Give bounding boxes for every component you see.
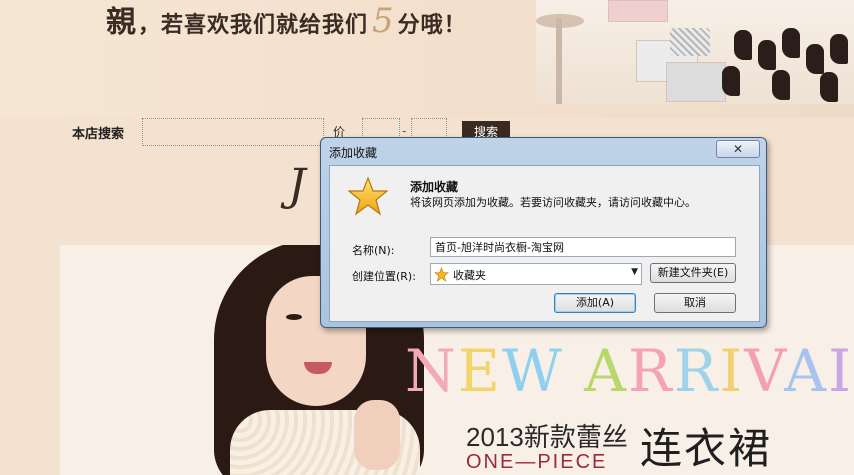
dialog-title: 添加收藏 bbox=[329, 146, 378, 160]
dialog-body: 添加收藏 将该网页添加为收藏。若要访问收藏夹，请访问收藏中心。 名称(N): 创… bbox=[329, 165, 760, 322]
hat-stand bbox=[556, 18, 562, 104]
model-hand bbox=[354, 400, 400, 470]
promo-subtitle: 2013新款蕾丝 bbox=[466, 422, 628, 452]
slogan-number: 5 bbox=[372, 1, 394, 41]
headline-letter: R bbox=[673, 337, 720, 405]
wire-basket bbox=[670, 28, 710, 56]
headline-letter: R bbox=[628, 337, 674, 405]
favorite-star-icon bbox=[348, 176, 388, 216]
add-favorite-dialog: 添加收藏 ✕ 添加收藏 将该网页添加为收藏。若要访问收藏夹，请访问收藏中心。 名… bbox=[320, 137, 767, 328]
name-input[interactable] bbox=[430, 237, 736, 257]
promo-subtitle-en: ONE—PIECE bbox=[466, 451, 608, 473]
headline-letter: A bbox=[584, 337, 629, 405]
headline-letter: I bbox=[719, 337, 745, 405]
price-range-dash: - bbox=[402, 124, 407, 138]
shoe bbox=[830, 34, 848, 64]
shoe bbox=[734, 30, 752, 60]
search-input[interactable] bbox=[142, 118, 324, 146]
search-label: 本店搜索 bbox=[72, 126, 125, 142]
close-button[interactable]: ✕ bbox=[716, 140, 760, 158]
model-eye bbox=[286, 314, 302, 320]
chevron-down-icon[interactable]: ▼ bbox=[631, 267, 638, 277]
shoe bbox=[772, 70, 790, 100]
add-button[interactable]: 添加(A) bbox=[554, 293, 636, 313]
headline-letter: E bbox=[457, 337, 503, 405]
shop-search-bar: 本店搜索 价格 - 搜索 bbox=[72, 118, 510, 156]
cancel-button[interactable]: 取消 bbox=[654, 293, 736, 313]
slogan-text-end: 分哦！ bbox=[397, 12, 467, 38]
headline-letter: I bbox=[828, 337, 854, 405]
headline-letter: W bbox=[502, 337, 564, 405]
shoe bbox=[782, 28, 800, 58]
location-value: 收藏夹 bbox=[453, 269, 486, 282]
slogan: 親 ，若喜欢我们就给我们 5 分哦！ bbox=[106, 0, 467, 40]
headline-letter bbox=[564, 337, 584, 405]
promo-product-name: 连衣裙 bbox=[640, 424, 773, 473]
name-label: 名称(N): bbox=[352, 244, 395, 257]
headline-letter: V bbox=[744, 337, 785, 405]
dialog-heading: 添加收藏 bbox=[410, 180, 459, 194]
dialog-description: 将该网页添加为收藏。若要访问收藏夹，请访问收藏中心。 bbox=[410, 196, 696, 209]
folder-star-icon bbox=[434, 267, 449, 282]
script-decoration: J bbox=[288, 160, 306, 211]
headline-letter: A bbox=[784, 337, 829, 405]
shoe bbox=[722, 66, 740, 96]
shoe bbox=[758, 40, 776, 70]
shoe-box bbox=[666, 62, 726, 102]
location-select[interactable]: 收藏夹 ▼ bbox=[430, 263, 642, 285]
shoe bbox=[820, 72, 838, 102]
top-banner: 親 ，若喜欢我们就给我们 5 分哦！ bbox=[0, 0, 854, 118]
headline-letter: N bbox=[405, 337, 458, 405]
shoe bbox=[806, 44, 824, 74]
slogan-text: ，若喜欢我们就给我们 bbox=[138, 12, 369, 38]
shoe-shelf-image bbox=[536, 0, 854, 104]
shoe-box bbox=[608, 0, 668, 22]
new-arrival-headline: NEW ARRIVAI bbox=[405, 337, 853, 405]
slogan-lead: 親 bbox=[106, 5, 136, 40]
new-folder-button[interactable]: 新建文件夹(E) bbox=[650, 263, 736, 283]
location-label: 创建位置(R): bbox=[352, 270, 416, 283]
